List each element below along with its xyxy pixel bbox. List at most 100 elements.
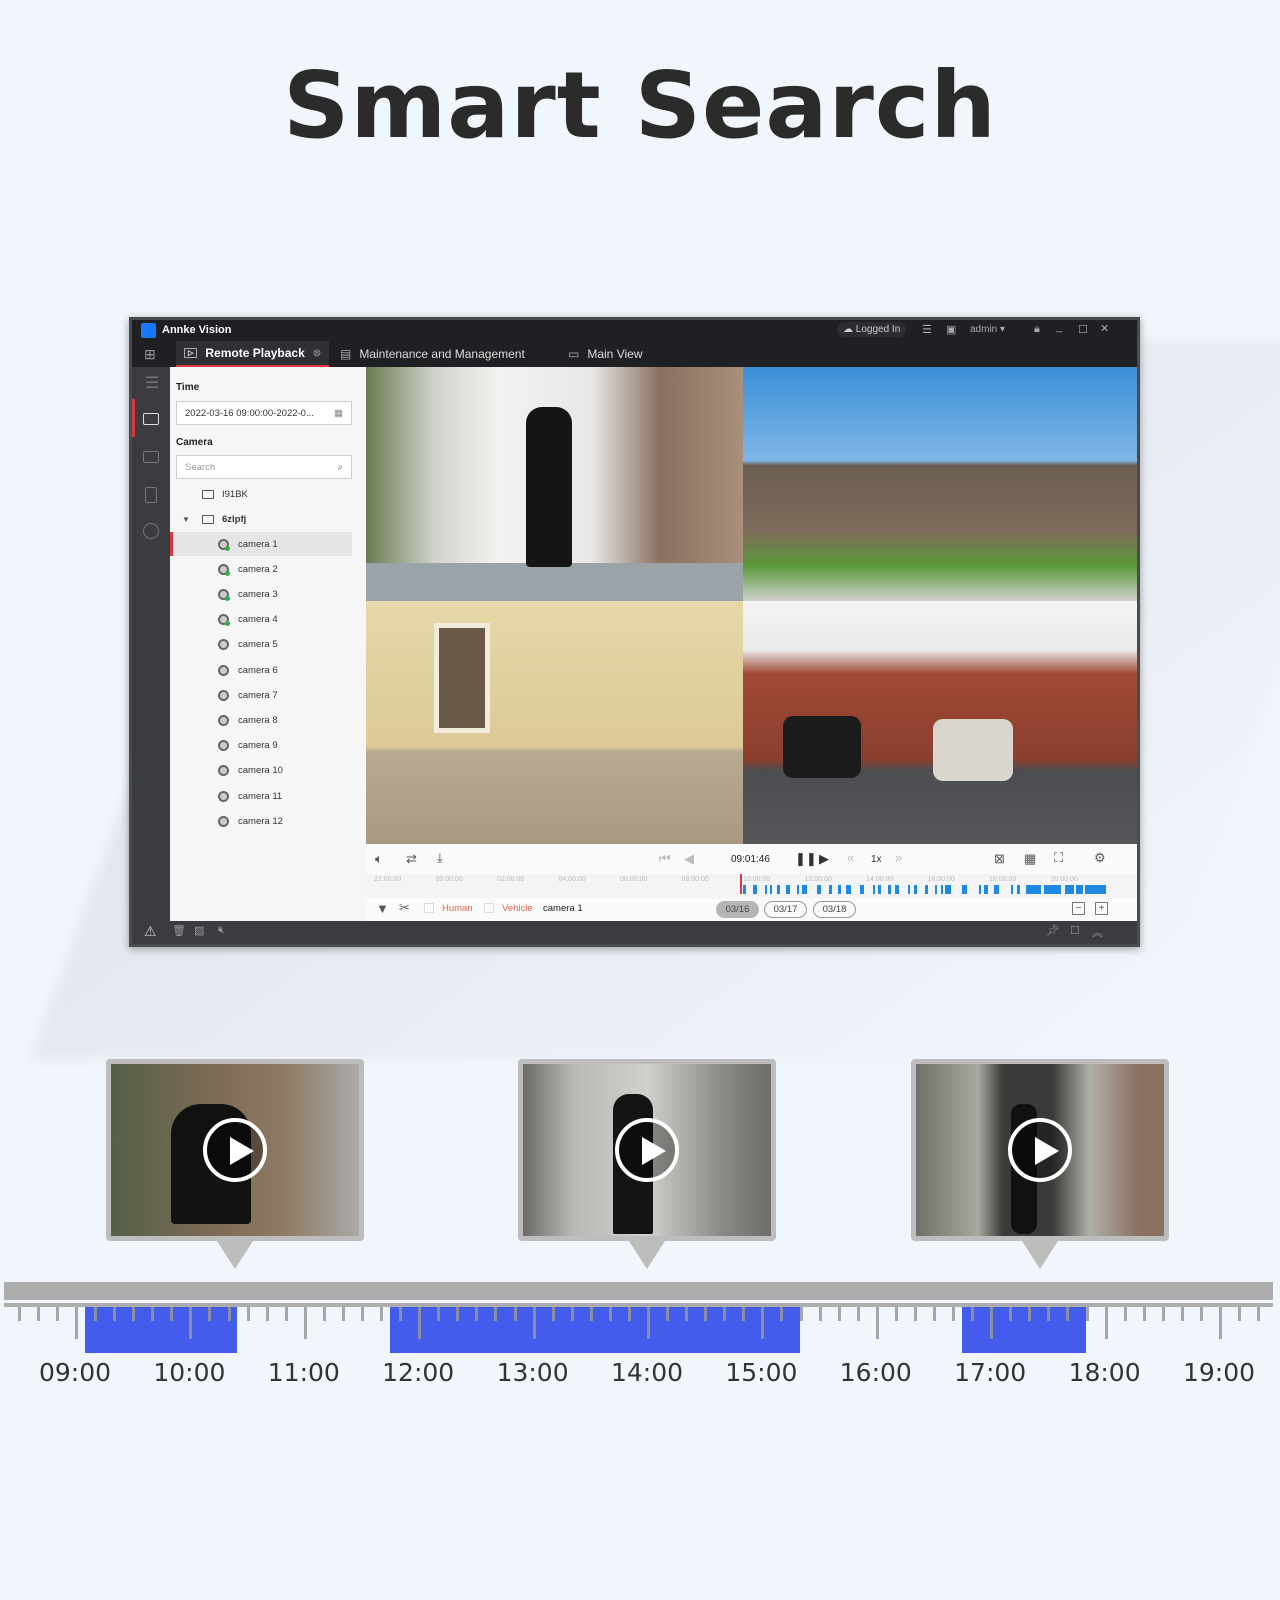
tab-remote-playback[interactable]: ▷ Remote Playback ⊗ [176, 341, 330, 367]
user-menu[interactable]: admin ▾ [970, 324, 1005, 335]
camera-icon [218, 740, 229, 752]
video-tile-3[interactable] [366, 601, 743, 844]
camera-item[interactable]: camera 1 [170, 532, 352, 556]
camera-item[interactable]: camera 10 [170, 759, 352, 783]
timeline-hour-label: 12:00 [382, 1358, 455, 1387]
camera-item[interactable]: camera 4 [170, 608, 352, 632]
timeline-tick [1047, 1307, 1051, 1321]
collapse-icon[interactable]: ︽ [1092, 924, 1103, 940]
search-icon[interactable]: ⌕ [338, 462, 343, 473]
slow-down-button[interactable]: « [847, 850, 854, 865]
play-button[interactable] [203, 1118, 267, 1182]
delete-icon[interactable]: 🗑︎ [172, 924, 186, 937]
folder-icon [202, 514, 214, 524]
timeline-tick [761, 1307, 765, 1339]
filter-icon[interactable]: ▼ [376, 901, 389, 916]
video-tile-2[interactable] [743, 367, 1137, 601]
video-tile-1[interactable] [366, 367, 743, 601]
layout-icon[interactable]: ▦ [1024, 851, 1036, 867]
play-button[interactable] [615, 1118, 679, 1182]
event-timeline-bar[interactable] [4, 1282, 1273, 1300]
camera-item[interactable]: camera 9 [170, 734, 352, 758]
human-checkbox[interactable] [424, 903, 434, 913]
login-status[interactable]: ☁ Logged In [837, 322, 907, 337]
camera-item[interactable]: camera 12 [170, 809, 352, 833]
event-clip-3[interactable] [911, 1059, 1169, 1269]
camera-name: camera 4 [238, 614, 278, 626]
playback-nav-icon[interactable] [143, 413, 159, 425]
record-nav-icon[interactable] [143, 523, 159, 539]
image-icon[interactable]: ▣ [946, 323, 956, 336]
reverse-icon[interactable]: ◀ [684, 851, 694, 867]
close-tab-icon[interactable]: ⊗ [313, 348, 321, 359]
volume-icon[interactable]: 🔈︎ [375, 851, 383, 867]
camera-search-input[interactable]: Search ⌕ [176, 455, 352, 479]
expand-arrow-icon[interactable]: ▼ [170, 515, 202, 524]
app-logo-icon [141, 323, 156, 338]
event-nav-icon[interactable] [143, 451, 159, 463]
timeline-tick [799, 1307, 803, 1321]
time-label: Time [176, 382, 200, 393]
adjust-icon[interactable]: ⇄ [406, 851, 417, 867]
camera-item[interactable]: camera 2 [170, 557, 352, 581]
camera-item[interactable]: camera 7 [170, 683, 352, 707]
download-icon[interactable]: ⤓ [437, 850, 443, 866]
next-frame-button[interactable]: ▶ [819, 851, 829, 867]
timeline-tick [532, 1307, 536, 1339]
tab-main-view[interactable]: ▭ Main View [560, 341, 650, 367]
minimize-button[interactable]: _ [1056, 321, 1062, 333]
close-button[interactable]: ✕ [1100, 322, 1109, 335]
picture-icon[interactable]: ▨ [194, 924, 204, 937]
apps-grid-icon[interactable]: ⊞ [144, 346, 156, 363]
recording-segment [801, 885, 807, 894]
vehicle-checkbox[interactable] [484, 903, 494, 913]
mute-icon[interactable]: 🔇︎ [218, 924, 225, 937]
maximize-button[interactable]: ☐ [1078, 323, 1088, 336]
playback-speed[interactable]: 1x [871, 854, 882, 865]
list-icon[interactable]: ☰ [922, 323, 932, 336]
recording-segment [877, 885, 882, 894]
zoom-out-button[interactable]: − [1072, 902, 1085, 915]
camera-item[interactable]: camera 5 [170, 633, 352, 657]
alarm-icon[interactable]: ⚠ [144, 923, 157, 940]
play-button[interactable] [1008, 1118, 1072, 1182]
pin-icon[interactable]: 📌︎ [1046, 924, 1060, 937]
event-block[interactable] [389, 1307, 800, 1353]
event-clip-2[interactable] [518, 1059, 776, 1269]
group-item[interactable]: I91BK [170, 482, 352, 506]
group-item[interactable]: ▼ 6zlpfj [170, 507, 352, 531]
video-tile-4[interactable] [743, 601, 1137, 844]
speed-up-button[interactable]: » [895, 850, 902, 865]
camera-name: camera 6 [238, 664, 278, 676]
camera-item[interactable]: camera 6 [170, 658, 352, 682]
date-pill[interactable]: 03/16 [716, 901, 759, 918]
camera-item[interactable]: camera 8 [170, 708, 352, 732]
event-clip-1[interactable] [106, 1059, 364, 1269]
fullscreen-icon[interactable]: ⛶ [1054, 850, 1063, 866]
time-range-field[interactable]: 2022-03-16 09:00:00-2022-0... ▦ [176, 401, 352, 425]
playhead[interactable] [740, 874, 742, 894]
menu-icon[interactable]: ☰ [145, 373, 159, 393]
window-icon[interactable]: ☐ [1070, 924, 1080, 937]
camera-item[interactable]: camera 3 [170, 582, 352, 606]
settings-icon[interactable]: ⚙ [1094, 850, 1106, 866]
device-nav-icon[interactable] [145, 487, 157, 503]
tab-maintenance[interactable]: ▤ Maintenance and Management [332, 341, 533, 367]
previous-frame-icon[interactable]: ⏮︎ [659, 851, 671, 867]
camera-icon [218, 664, 229, 676]
close-window-icon[interactable]: ⊠ [994, 851, 1005, 867]
calendar-icon[interactable]: ▦ [334, 408, 343, 419]
lock-icon[interactable]: 🔒︎ [1034, 323, 1040, 336]
mini-timeline[interactable]: 22:00:00 00:00:00 02:00:00 04:00:00 06:00:00… [366, 874, 1137, 898]
zoom-in-button[interactable]: + [1095, 902, 1108, 915]
timeline-tick [666, 1307, 670, 1321]
camera-item[interactable]: camera 11 [170, 784, 352, 808]
pause-button[interactable]: ❚❚ [795, 851, 817, 867]
timeline-tick [1028, 1307, 1032, 1321]
playback-controls: 🔈︎ ⇄ ⤓ ⏮︎ ◀ 09:01:46 ❚❚ ▶ « 1x » ⊠ ▦ ⛶ ⚙… [366, 844, 1137, 921]
event-block[interactable] [84, 1307, 238, 1353]
date-pill[interactable]: 03/17 [764, 901, 807, 918]
date-pill[interactable]: 03/18 [813, 901, 856, 918]
clip-icon[interactable]: ✂ [399, 900, 410, 916]
tab-label: Maintenance and Management [359, 347, 525, 361]
